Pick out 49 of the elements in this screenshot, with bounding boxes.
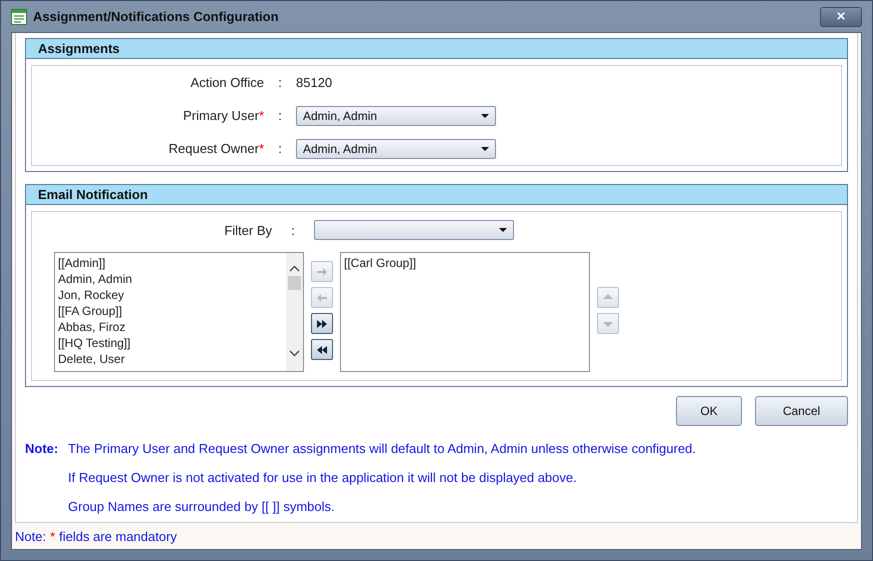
list-item[interactable]: [[FA Group]]: [58, 303, 283, 319]
double-left-icon: [317, 346, 327, 354]
dropdown[interactable]: Admin, Admin: [296, 138, 496, 158]
note-text: If Request Owner is not activated for use in the application it will not be displayed above.: [68, 470, 578, 485]
field-label: Filter By: [223, 222, 272, 238]
cancel-button[interactable]: Cancel: [755, 396, 848, 426]
form-icon: [11, 8, 27, 24]
footer-label: Note:: [15, 529, 46, 544]
list-item[interactable]: Abbas, Firoz: [58, 319, 283, 335]
dropdown-caret-icon: [481, 146, 489, 150]
field-label: Request Owner*: [168, 141, 264, 156]
dropdown[interactable]: Admin, Admin: [296, 106, 496, 126]
filter-dropdown[interactable]: [314, 220, 514, 240]
left-arrow-icon: [317, 294, 327, 302]
ok-button[interactable]: OK: [676, 396, 742, 426]
dropdown-caret-icon: [481, 114, 489, 118]
colon: :: [277, 75, 283, 90]
list-item[interactable]: [[Admin]]: [58, 255, 283, 271]
note-label: Note:: [25, 441, 60, 456]
note-text: The Primary User and Request Owner assignments will default to Admin, Admin unless otherwise configured.: [68, 441, 697, 456]
asterisk: *: [50, 529, 56, 544]
scroll-up-icon: [289, 265, 300, 272]
colon: :: [277, 141, 283, 156]
scroll-thumb[interactable]: [288, 276, 301, 290]
close-button[interactable]: ×: [820, 6, 862, 26]
down-triangle-icon: [602, 320, 614, 327]
list-item[interactable]: Jon, Rockey: [58, 287, 283, 303]
section-header: Email Notification: [26, 185, 847, 205]
dropdown-caret-icon: [499, 228, 507, 232]
section-header: Assignments: [26, 39, 847, 59]
move-button[interactable]: [311, 339, 333, 360]
field-label: Action Office: [190, 75, 264, 90]
window-title: Assignment/Notifications Configuration: [33, 9, 280, 24]
list-item[interactable]: [[Carl Group]]: [344, 255, 586, 271]
scroll-down-icon: [289, 350, 300, 357]
note-text: Group Names are surrounded by [[ ]] symbols.: [68, 499, 336, 514]
double-right-icon: [317, 320, 327, 328]
up-triangle-icon: [602, 294, 614, 301]
colon: :: [277, 108, 283, 123]
move-button[interactable]: [311, 313, 333, 334]
list-item[interactable]: [[HQ Testing]]: [58, 335, 283, 351]
colon: :: [290, 222, 296, 238]
right-arrow-icon: [317, 268, 327, 276]
field-value: 85120: [296, 75, 332, 90]
list-item[interactable]: Admin, Admin: [58, 271, 283, 287]
list-item[interactable]: Delete, User: [58, 351, 283, 367]
scrollbar[interactable]: [286, 253, 303, 371]
field-label: Primary User*: [182, 108, 264, 123]
footer-text: fields are mandatory: [59, 529, 177, 544]
